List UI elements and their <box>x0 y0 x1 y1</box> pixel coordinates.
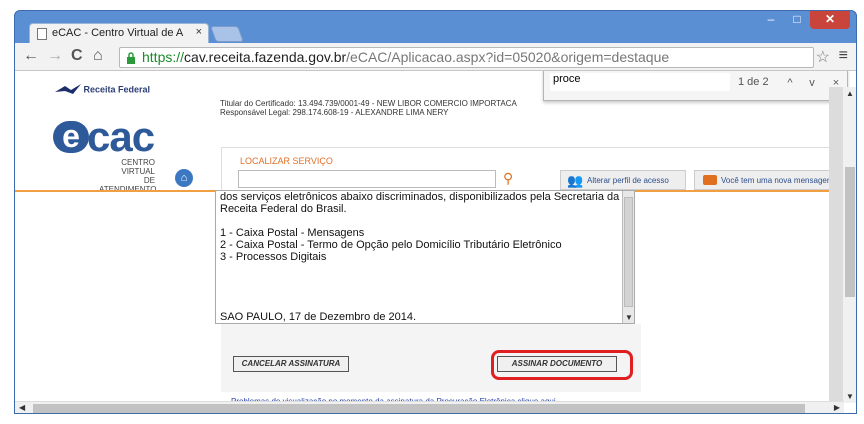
certificate-info: Titular do Certificado: 13.494.739/0001-… <box>220 99 517 117</box>
find-next-icon[interactable]: v <box>802 73 822 93</box>
ecac-e-mark: e <box>53 120 89 153</box>
back-icon[interactable]: ← <box>23 48 39 64</box>
receita-federal-logo: Receita Federal <box>55 84 150 96</box>
site-header: Receita Federal e cac CENTRO VIRTUAL DE … <box>15 71 856 194</box>
minimize-button[interactable]: ‒ <box>758 11 784 29</box>
document-text: dos serviços eletrônicos abaixo discrimi… <box>220 191 620 323</box>
ecac-subtitle: CENTRO VIRTUAL DE ATENDIMENTO <box>99 158 156 194</box>
scroll-up-icon[interactable]: ▲ <box>846 89 854 98</box>
close-button[interactable]: ✕ <box>810 11 850 29</box>
menu-icon[interactable]: ≡ <box>839 47 848 65</box>
lock-icon <box>127 52 135 64</box>
document-area: dos serviços eletrônicos abaixo discrimi… <box>15 190 855 408</box>
service-search-label: LOCALIZAR SERVIÇO <box>240 156 333 166</box>
find-bar: proce 1 de 2 ^ v × <box>543 71 848 101</box>
cert-holder: Titular do Certificado: 13.494.739/0001-… <box>220 99 517 108</box>
find-match-count: 1 de 2 <box>738 76 769 88</box>
browser-tab[interactable]: eCAC - Centro Virtual de A × <box>29 23 209 43</box>
reload-icon[interactable]: C <box>71 48 83 64</box>
document-item: 1 - Caixa Postal - Mensagens <box>220 227 365 239</box>
browser-window: eCAC - Centro Virtual de A × ‒ □ ✕ ← → C… <box>14 10 857 414</box>
find-input[interactable]: proce <box>550 73 730 91</box>
side-panel <box>829 87 843 403</box>
main-content: dos serviços eletrônicos abaixo discrimi… <box>15 190 856 413</box>
tab-close-icon[interactable]: × <box>196 26 202 38</box>
url-scheme: https:// <box>142 49 185 65</box>
page-icon <box>37 28 47 40</box>
document-item: 2 - Caixa Postal - Termo de Opção pelo D… <box>220 239 562 251</box>
scroll-down-icon[interactable]: ▼ <box>625 313 633 322</box>
textarea-scrollbar[interactable]: ▼ <box>622 191 634 323</box>
url-host: cav.receita.fazenda.gov.br <box>184 49 347 65</box>
new-message-button[interactable]: Você tem uma nova mensagem <box>694 170 846 190</box>
document-date: SAO PAULO, 17 de Dezembro de 2014. <box>220 311 417 323</box>
change-profile-button[interactable]: 👥 Alterar perfil de acesso <box>560 170 686 190</box>
service-search-input[interactable] <box>238 170 496 188</box>
highlight-annotation <box>491 350 633 380</box>
new-tab-button[interactable] <box>210 26 244 42</box>
ecac-wordmark: cac <box>87 113 155 160</box>
search-icon[interactable]: ⚲ <box>503 170 513 187</box>
page-viewport: Receita Federal e cac CENTRO VIRTUAL DE … <box>15 71 856 413</box>
signature-actions: CANCELAR ASSINATURA ASSINAR DOCUMENTO <box>221 324 641 392</box>
maximize-button[interactable]: □ <box>784 11 810 29</box>
cert-responsible: Responsável Legal: 298.174.608-19 - ALEX… <box>220 108 449 117</box>
document-textarea[interactable]: dos serviços eletrônicos abaixo discrimi… <box>215 190 635 324</box>
receita-label: Receita Federal <box>83 84 151 95</box>
scroll-left-icon[interactable]: ◀ <box>19 403 25 412</box>
document-line: Receita Federal do Brasil. <box>220 203 347 215</box>
scroll-right-icon[interactable]: ▶ <box>834 403 840 412</box>
change-profile-label: Alterar perfil de acesso <box>587 176 669 185</box>
new-message-label: Você tem uma nova mensagem <box>721 176 834 185</box>
window-controls: ‒ □ ✕ <box>758 11 850 29</box>
page-vertical-scrollbar[interactable]: ▲ ▼ <box>842 87 856 403</box>
document-line: dos serviços eletrônicos abaixo discrimi… <box>220 191 620 203</box>
url-path: /eCAC/Aplicacao.aspx?id=05020&origem=des… <box>346 49 670 65</box>
cancel-signature-button[interactable]: CANCELAR ASSINATURA <box>233 356 349 372</box>
find-prev-icon[interactable]: ^ <box>780 73 800 93</box>
people-icon: 👥 <box>567 173 584 188</box>
mail-icon <box>703 175 717 185</box>
bookmark-star-icon[interactable]: ☆ <box>816 47 830 67</box>
title-bar: eCAC - Centro Virtual de A × ‒ □ ✕ <box>15 11 856 43</box>
browser-toolbar: ← → C ⌂ https://cav.receita.fazenda.gov.… <box>15 43 856 71</box>
page-scroll-thumb[interactable] <box>845 167 855 297</box>
ecac-logo: e cac CENTRO VIRTUAL DE ATENDIMENTO <box>53 113 173 194</box>
tab-title: eCAC - Centro Virtual de A <box>52 27 184 39</box>
scroll-down-icon[interactable]: ▼ <box>846 392 854 401</box>
home-icon[interactable]: ⌂ <box>93 48 103 64</box>
service-search-panel: LOCALIZAR SERVIÇO ⚲ 👥 Alterar perfil de … <box>221 147 846 191</box>
textarea-scroll-thumb[interactable] <box>624 197 633 307</box>
eagle-icon <box>55 84 81 94</box>
page-horizontal-scrollbar[interactable]: ◀ ▶ <box>15 401 844 413</box>
document-item: 3 - Processos Digitais <box>220 251 327 263</box>
site-home-icon[interactable]: ⌂ <box>175 169 193 187</box>
ecac-sub-line1: CENTRO VIRTUAL <box>121 158 155 176</box>
forward-icon[interactable]: → <box>47 48 63 64</box>
address-bar[interactable]: https://cav.receita.fazenda.gov.br/eCAC/… <box>119 47 814 68</box>
page-hscroll-thumb[interactable] <box>33 404 805 413</box>
